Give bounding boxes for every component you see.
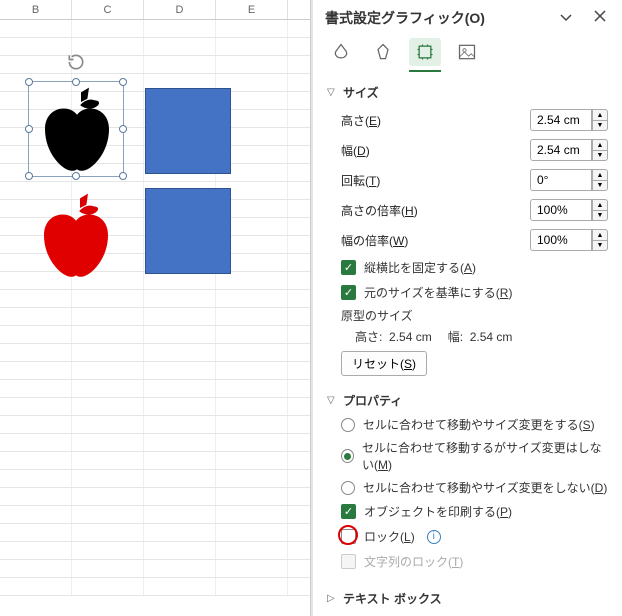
col-header[interactable]: E [216, 0, 288, 19]
col-header[interactable]: C [72, 0, 144, 19]
scale-width-input[interactable] [530, 229, 592, 251]
height-input[interactable] [530, 109, 592, 131]
width-label: 幅(D) [341, 142, 370, 159]
resize-handle[interactable] [119, 172, 127, 180]
spin-up[interactable]: ▲ [592, 229, 608, 240]
spin-down[interactable]: ▼ [592, 180, 608, 191]
tab-picture-icon[interactable] [451, 38, 483, 66]
spin-up[interactable]: ▲ [592, 169, 608, 180]
col-header[interactable]: D [144, 0, 216, 19]
lock-aspect-label: 縦横比を固定する(A) [364, 259, 476, 276]
resize-handle[interactable] [72, 78, 80, 86]
spin-down[interactable]: ▼ [592, 150, 608, 161]
spin-down[interactable]: ▼ [592, 120, 608, 131]
lock-label: ロック(L) [364, 528, 415, 545]
scale-height-input[interactable] [530, 199, 592, 221]
format-graphic-pane: 書式設定グラフィック(O) ▽ サイズ 高さ(E) [313, 0, 622, 616]
spin-down[interactable]: ▼ [592, 240, 608, 251]
col-header[interactable]: B [0, 0, 72, 19]
lock-text-checkbox [341, 554, 356, 569]
original-size-title: 原型のサイズ [327, 305, 608, 326]
rotate-handle-icon[interactable] [66, 52, 86, 72]
original-size-values: 高さ: 2.54 cm 幅: 2.54 cm [327, 326, 608, 351]
graphic-rectangle-2[interactable] [145, 188, 231, 274]
section-header-properties[interactable]: ▽ プロパティ [327, 388, 608, 413]
print-object-label: オブジェクトを印刷する(P) [364, 503, 512, 520]
panel-title: 書式設定グラフィック(O) [325, 8, 485, 28]
spin-up[interactable]: ▲ [592, 139, 608, 150]
resize-handle[interactable] [25, 78, 33, 86]
spin-up[interactable]: ▲ [592, 199, 608, 210]
tab-effects-icon[interactable] [367, 38, 399, 66]
lock-aspect-checkbox[interactable]: ✓ [341, 260, 356, 275]
section-header-size[interactable]: ▽ サイズ [327, 80, 608, 105]
tab-fill-icon[interactable] [325, 38, 357, 66]
move-no-size-label: セルに合わせて移動するがサイズ変更はしない(M) [362, 439, 608, 473]
lock-checkbox[interactable] [341, 529, 356, 544]
no-move-no-size-radio[interactable] [341, 481, 355, 495]
close-pane-icon[interactable] [590, 10, 610, 27]
column-headers: B C D E [0, 0, 310, 20]
graphic-apple-black[interactable] [37, 86, 117, 174]
no-move-no-size-label: セルに合わせて移動やサイズ変更をしない(D) [363, 479, 607, 496]
resize-handle[interactable] [119, 125, 127, 133]
move-no-size-radio[interactable] [341, 449, 354, 463]
resize-handle[interactable] [72, 172, 80, 180]
move-size-with-cells-radio[interactable] [341, 418, 355, 432]
relative-original-checkbox[interactable]: ✓ [341, 285, 356, 300]
scale-height-label: 高さの倍率(H) [341, 202, 418, 219]
spreadsheet-canvas[interactable]: B C D E [0, 0, 310, 616]
reset-button[interactable]: リセット(S) [341, 351, 427, 376]
resize-handle[interactable] [25, 125, 33, 133]
rotation-label: 回転(T) [341, 172, 380, 189]
format-tabs [313, 34, 622, 74]
resize-handle[interactable] [119, 78, 127, 86]
height-label: 高さ(E) [341, 112, 381, 129]
selection-frame[interactable] [28, 81, 124, 177]
relative-original-label: 元のサイズを基準にする(R) [364, 284, 512, 301]
print-object-checkbox[interactable]: ✓ [341, 504, 356, 519]
lock-text-label: 文字列のロック(T) [364, 553, 463, 570]
graphic-apple-red[interactable] [36, 192, 116, 280]
spin-up[interactable]: ▲ [592, 109, 608, 120]
chevron-right-icon: ▷ [327, 593, 337, 604]
section-header-textbox[interactable]: ▷ テキスト ボックス [327, 586, 608, 611]
rotation-input[interactable] [530, 169, 592, 191]
graphic-rectangle-1[interactable] [145, 88, 231, 174]
chevron-down-icon: ▽ [327, 87, 337, 98]
tab-size-icon[interactable] [409, 38, 441, 66]
chevron-down-icon: ▽ [327, 395, 337, 406]
move-size-with-cells-label: セルに合わせて移動やサイズ変更をする(S) [363, 416, 595, 433]
collapse-pane-icon[interactable] [556, 10, 576, 27]
scale-width-label: 幅の倍率(W) [341, 232, 408, 249]
resize-handle[interactable] [25, 172, 33, 180]
spin-down[interactable]: ▼ [592, 210, 608, 221]
width-input[interactable] [530, 139, 592, 161]
info-icon[interactable]: i [427, 530, 441, 544]
